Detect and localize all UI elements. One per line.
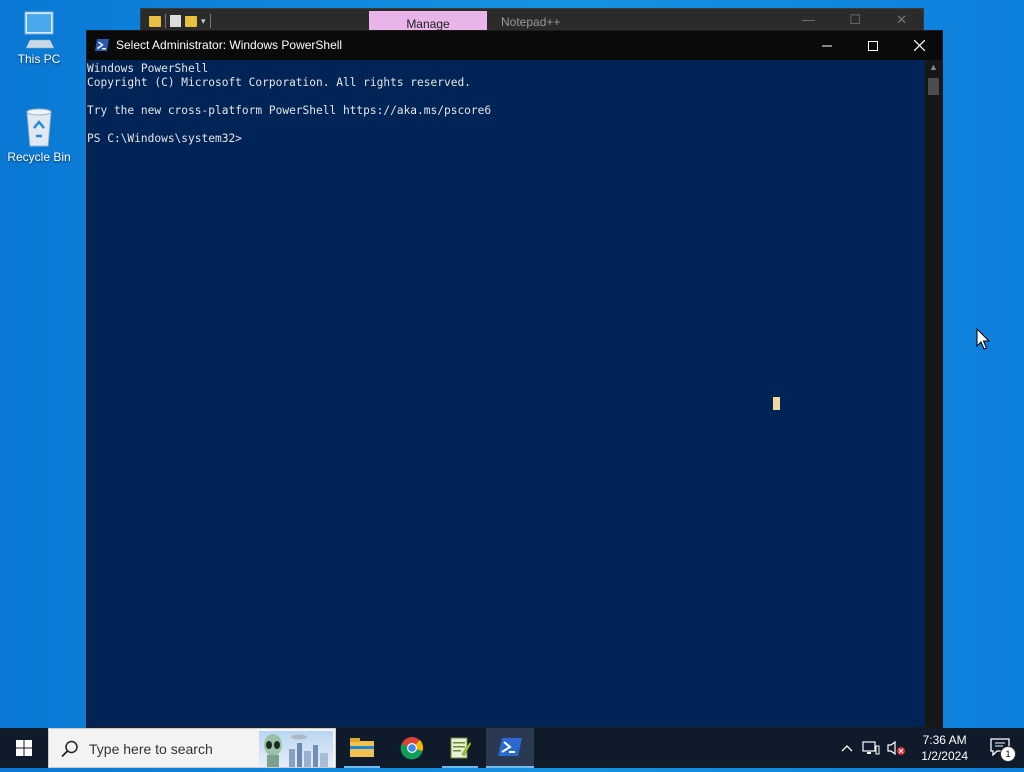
scroll-up-icon[interactable]: ▲ (929, 62, 938, 72)
this-pc-icon (24, 11, 55, 49)
minimize-icon[interactable]: — (802, 12, 815, 27)
minimize-button[interactable] (804, 31, 850, 60)
separator (165, 14, 166, 28)
desktop-icon-label: This PC (17, 52, 61, 66)
windows-logo-icon (16, 740, 32, 756)
close-icon[interactable]: ✕ (896, 12, 907, 28)
start-button[interactable] (0, 728, 48, 768)
maximize-icon (868, 40, 878, 51)
search-icon (61, 740, 78, 758)
mouse-pointer-icon (976, 328, 990, 350)
taskbar: Type here to search 7:36 AM 1/2/2024 1 (0, 728, 1024, 768)
notepad-plus-plus-icon (450, 737, 472, 759)
network-icon (862, 741, 880, 755)
action-center-button[interactable]: 1 (990, 738, 1016, 762)
taskbar-search-box[interactable]: Type here to search (48, 728, 336, 768)
properties-icon[interactable] (170, 15, 181, 27)
alien-illustration-icon (264, 734, 328, 767)
network-status-button[interactable] (860, 728, 882, 768)
chevron-down-icon[interactable]: ▾ (201, 16, 206, 27)
search-highlight-image[interactable] (259, 731, 333, 767)
notification-count-badge: 1 (1000, 746, 1016, 762)
powershell-icon (95, 39, 109, 51)
taskbar-app-notepad-plus-plus[interactable] (436, 728, 484, 768)
search-placeholder: Type here to search (89, 741, 213, 757)
desktop-icon-recycle-bin[interactable]: Recycle Bin (4, 106, 74, 164)
separator (209, 14, 211, 28)
maximize-icon[interactable]: ☐ (849, 12, 861, 28)
recycle-bin-icon (26, 108, 52, 147)
close-icon (913, 40, 925, 51)
vertical-scrollbar[interactable]: ▲ (925, 60, 942, 727)
window-title: Notepad++ (501, 15, 561, 29)
console-line: Windows PowerShell (87, 62, 209, 75)
taskbar-app-chrome[interactable] (388, 728, 436, 768)
desktop-icon-this-pc[interactable]: This PC (4, 10, 74, 66)
chevron-up-icon (841, 745, 853, 752)
close-button[interactable] (896, 31, 942, 60)
taskbar-app-file-explorer[interactable] (338, 728, 386, 768)
console-line: Copyright (C) Microsoft Corporation. All… (87, 76, 471, 89)
console-line: Try the new cross-platform PowerShell ht… (87, 104, 492, 117)
powershell-window[interactable]: Select Administrator: Windows PowerShell… (86, 30, 943, 728)
new-folder-icon[interactable] (185, 15, 197, 27)
taskbar-clock[interactable]: 7:36 AM 1/2/2024 (921, 732, 968, 764)
window-title: Select Administrator: Windows PowerShell (116, 38, 343, 52)
maximize-button[interactable] (850, 31, 896, 60)
clock-date: 1/2/2024 (921, 749, 968, 763)
title-bar[interactable]: Select Administrator: Windows PowerShell (87, 31, 942, 60)
taskbar-app-powershell[interactable] (486, 728, 534, 768)
folder-icon[interactable] (149, 15, 161, 27)
console-cursor (773, 397, 780, 410)
powershell-icon (498, 738, 522, 756)
volume-muted-icon (887, 740, 905, 756)
console-output[interactable]: Windows PowerShell Copyright (C) Microso… (87, 60, 925, 727)
minimize-icon (822, 45, 832, 46)
clock-time: 7:36 AM (922, 733, 967, 747)
show-hidden-icons-button[interactable] (836, 728, 858, 768)
desktop-icon-label: Recycle Bin (7, 150, 71, 164)
scrollbar-thumb[interactable] (928, 78, 939, 95)
console-prompt[interactable]: PS C:\Windows\system32> (87, 132, 925, 146)
volume-button[interactable] (884, 728, 908, 768)
chrome-icon (400, 737, 424, 760)
file-explorer-icon (350, 738, 374, 757)
quick-access-toolbar: ▾ (149, 14, 211, 28)
